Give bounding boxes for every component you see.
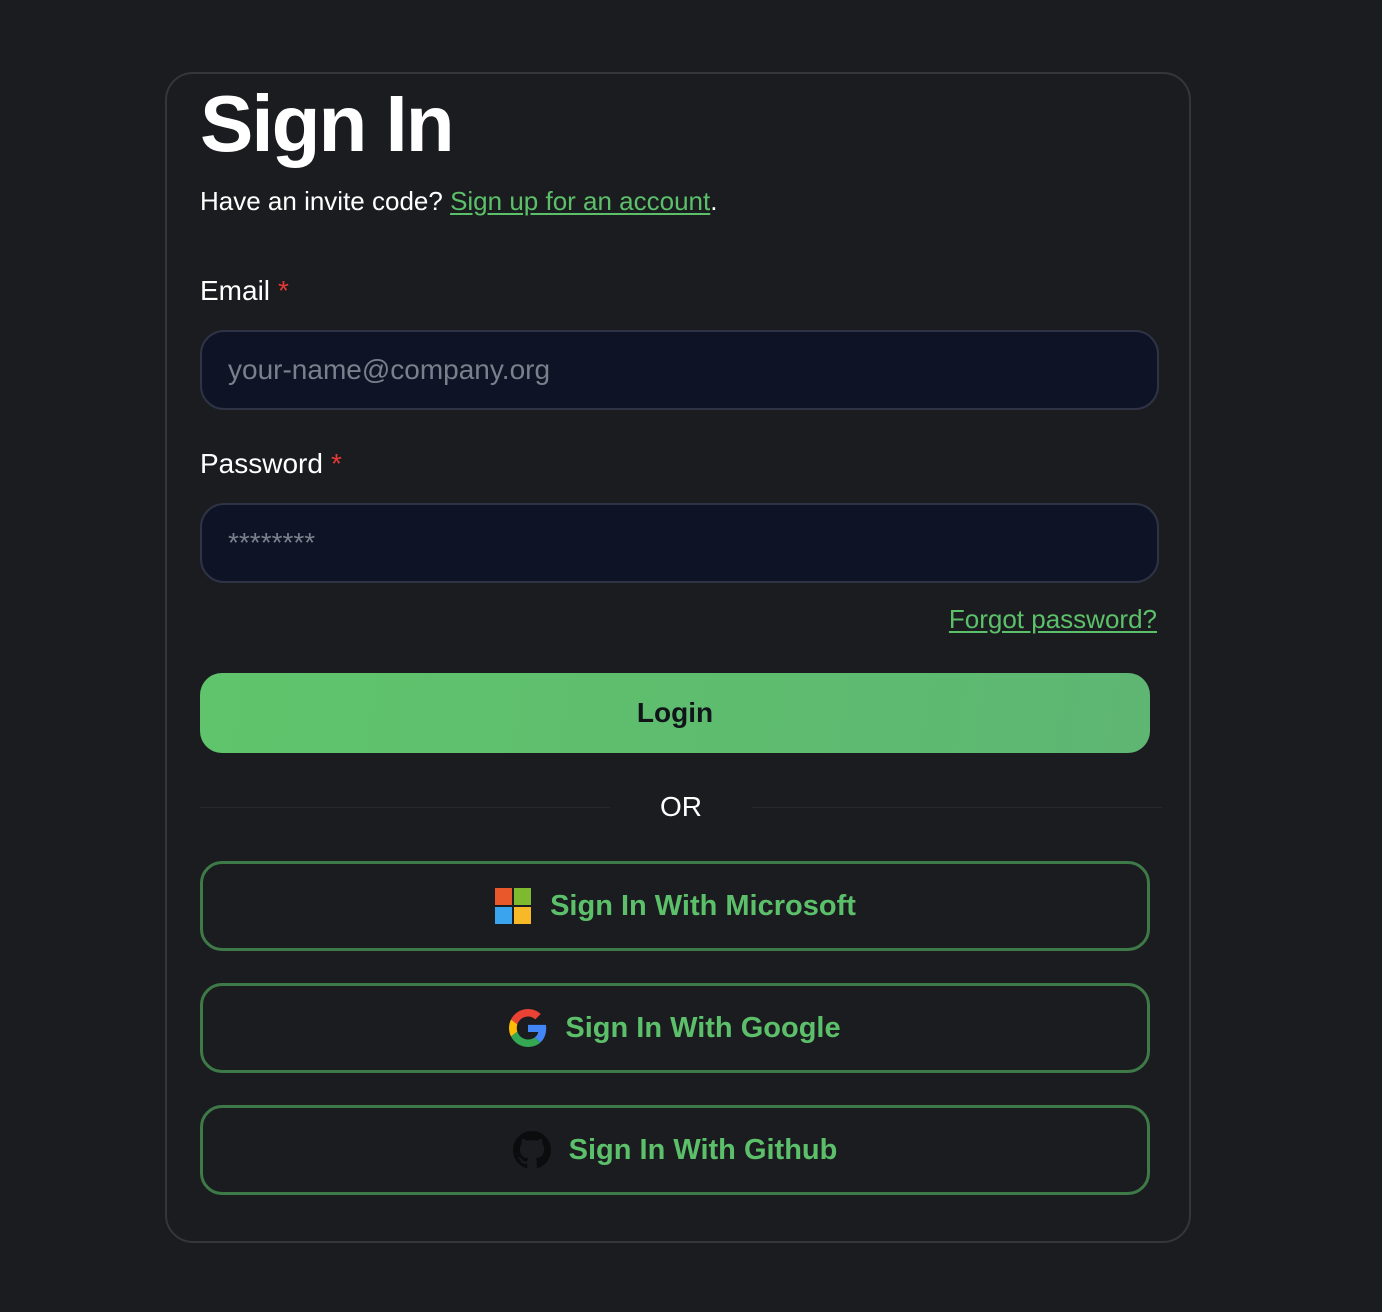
password-input[interactable] [228, 527, 1131, 559]
password-field-container [200, 503, 1159, 583]
sign-in-github-button[interactable]: Sign In With Github [200, 1105, 1150, 1195]
google-button-label: Sign In With Google [565, 1011, 841, 1044]
sign-in-card: Sign In Have an invite code? Sign up for… [165, 72, 1191, 1243]
microsoft-logo-icon [494, 887, 532, 925]
sign-in-microsoft-button[interactable]: Sign In With Microsoft [200, 861, 1150, 951]
login-button[interactable]: Login [200, 673, 1150, 753]
sign-in-google-button[interactable]: Sign In With Google [200, 983, 1150, 1073]
signup-link[interactable]: Sign up for an account [450, 186, 710, 216]
email-label-text: Email [200, 275, 271, 306]
password-label-text: Password [200, 448, 323, 479]
github-button-label: Sign In With Github [568, 1133, 838, 1166]
email-label: Email * [200, 274, 289, 308]
github-logo-icon [512, 1131, 551, 1169]
email-input[interactable] [228, 354, 1131, 386]
email-field-container [200, 330, 1159, 410]
signup-prompt: Have an invite code? Sign up for an acco… [200, 184, 717, 218]
microsoft-button-label: Sign In With Microsoft [550, 889, 856, 922]
google-logo-icon [509, 1009, 547, 1047]
or-divider: OR [200, 788, 1162, 828]
page-title: Sign In [200, 79, 455, 168]
signup-prompt-text: Have an invite code? [200, 186, 443, 216]
required-marker: * [278, 275, 289, 306]
divider-text: OR [660, 791, 702, 822]
signup-prompt-period: . [710, 186, 718, 216]
forgot-password-link[interactable]: Forgot password? [949, 602, 1157, 636]
required-marker: * [330, 448, 342, 479]
password-label: Password * [200, 447, 342, 481]
